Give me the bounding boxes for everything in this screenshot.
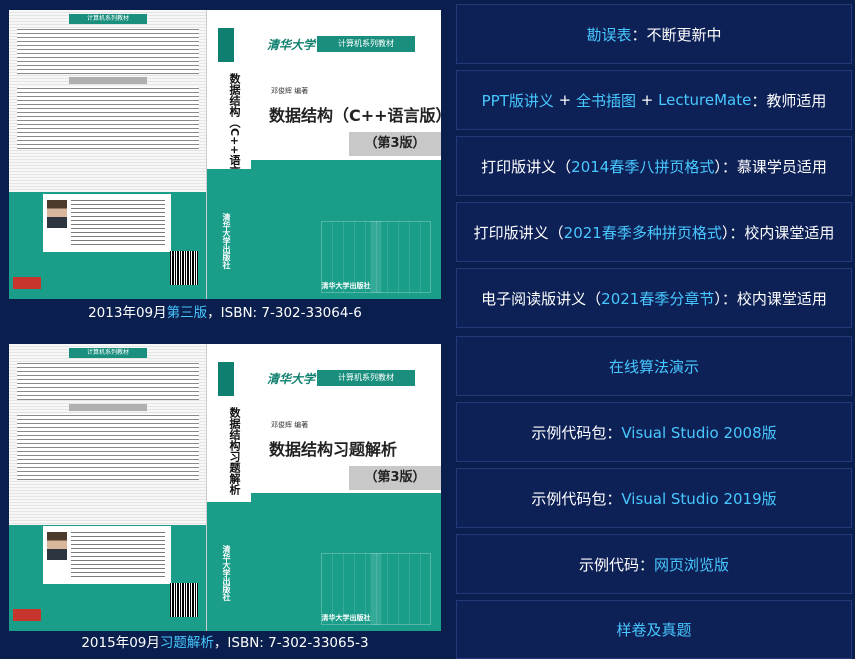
panel-ebook-2021: 电子阅读版讲义（ 2021春季分章节 ）：校内课堂适用 [456, 268, 852, 328]
front-series-badge: 计算机系列教材 [317, 370, 415, 386]
book-cover-image[interactable]: 计算机系列教材 数据结构（C++语言版） 清华大学出版社 清华大学 计算机系列教… [9, 10, 441, 299]
spine-logo [218, 28, 234, 62]
author-bio-text [71, 199, 165, 247]
panel-slides: PPT版讲义 + 全书插图 + LectureMate ：教师适用 [456, 70, 852, 130]
author-info-box [43, 526, 171, 584]
exercises-link[interactable]: 习题解析 [160, 635, 214, 651]
spine-teal-band: 清华大学出版社 [207, 501, 251, 631]
cover-author: 邓俊辉 编著 [271, 87, 309, 95]
front-teal-band: 清华大学出版社 [251, 493, 441, 631]
spine-publisher: 清华大学出版社 [222, 545, 231, 601]
back-section-bar [69, 77, 147, 84]
panel-text: 电子阅读版讲义（ [481, 289, 602, 308]
panel-text: ）：慕课学员适用 [714, 157, 827, 176]
spine-title: 数据结构习题解析 [228, 407, 241, 495]
panel-text: 示例代码： [578, 555, 654, 574]
back-text-block [17, 362, 199, 400]
front-cover: 清华大学 计算机系列教材 邓俊辉 编著 数据结构习题解析 （第3版） 清华大学出… [251, 344, 441, 631]
front-cover: 清华大学 计算机系列教材 邓俊辉 编著 数据结构（C++语言版） （第3版） 清… [251, 10, 441, 299]
web-code-link[interactable]: 网页浏览版 [654, 554, 729, 575]
panel-text: 打印版讲义（ [473, 223, 564, 242]
caption-isbn: ，ISBN: 7-302-33065-3 [213, 635, 369, 651]
back-cover: 计算机系列教材 [9, 10, 206, 299]
panel-separator: + [635, 91, 659, 109]
back-series-badge: 计算机系列教材 [69, 348, 147, 358]
panel-separator: + [553, 91, 576, 109]
edition-link[interactable]: 第三版 [167, 305, 208, 321]
cover-edition: （第3版） [349, 132, 441, 156]
back-series-badge: 计算机系列教材 [69, 14, 147, 24]
ebook-2021-link[interactable]: 2021春季分章节 [601, 288, 714, 309]
front-publisher: 清华大学出版社 [321, 282, 371, 290]
panel-text: ：不断更新中 [631, 25, 722, 44]
algorithm-demo-link[interactable]: 在线算法演示 [609, 356, 699, 377]
book-caption: 2015年09月习题解析，ISBN: 7-302-33065-3 [0, 631, 450, 651]
panel-text: ）：校内课堂适用 [714, 289, 827, 308]
print-2014-link[interactable]: 2014春季八拼页格式 [571, 156, 714, 177]
panel-text: 示例代码包： [531, 489, 622, 508]
spine-logo [218, 362, 234, 396]
book-cover-image[interactable]: 计算机系列教材 数据结构习题解析 清华大学出版社 清华大学 计算机系列教材 邓俊… [9, 344, 441, 631]
panel-code-web: 示例代码： 网页浏览版 [456, 534, 852, 594]
panel-code-vs2019: 示例代码包： Visual Studio 2019版 [456, 468, 852, 528]
author-info-box [43, 194, 171, 252]
cover-title: 数据结构习题解析 [269, 440, 398, 459]
panel-text: 示例代码包： [531, 423, 622, 442]
panel-print-2021: 打印版讲义（ 2021春季多种拼页格式 ）：校内课堂适用 [456, 202, 852, 262]
front-teal-band: 清华大学出版社 [251, 160, 441, 299]
caption-date: 2015年09月 [81, 635, 160, 651]
lecturemate-link[interactable]: LectureMate [658, 91, 751, 109]
print-2021-link[interactable]: 2021春季多种拼页格式 [564, 222, 722, 243]
exams-link[interactable]: 样卷及真题 [616, 619, 691, 640]
panel-algorithm-demo: 在线算法演示 [456, 336, 852, 396]
panel-errata: 勘误表 ：不断更新中 [456, 4, 852, 64]
barcode [170, 583, 198, 617]
university-logo: 清华大学 [267, 38, 316, 52]
spine-publisher: 清华大学出版社 [222, 213, 231, 269]
barcode [170, 251, 198, 285]
panel-text: 打印版讲义（ [481, 157, 572, 176]
back-text-block [17, 414, 199, 480]
caption-isbn: ，ISBN: 7-302-33064-6 [207, 305, 362, 321]
spine: 数据结构习题解析 清华大学出版社 [206, 344, 252, 631]
errata-link[interactable]: 勘误表 [586, 24, 631, 45]
book-card-2: 计算机系列教材 数据结构习题解析 清华大学出版社 清华大学 计算机系列教材 邓俊… [0, 334, 450, 657]
publisher-logo [13, 609, 41, 621]
book-card-1: 计算机系列教材 数据结构（C++语言版） 清华大学出版社 清华大学 计算机系列教… [0, 0, 450, 326]
panel-exams: 样卷及真题 [456, 600, 852, 659]
panel-code-vs2008: 示例代码包： Visual Studio 2008版 [456, 402, 852, 462]
author-portrait [47, 532, 67, 560]
caption-date: 2013年09月 [88, 305, 167, 321]
spine: 数据结构（C++语言版） 清华大学出版社 [206, 10, 252, 299]
ppt-slides-link[interactable]: PPT版讲义 [482, 90, 554, 111]
author-portrait [47, 200, 67, 228]
back-text-block [17, 87, 199, 149]
panel-text: ）：校内课堂适用 [721, 223, 835, 242]
spine-teal-band: 清华大学出版社 [207, 168, 251, 299]
cover-author: 邓俊辉 编著 [271, 421, 309, 429]
cover-title: 数据结构（C++语言版） [269, 106, 441, 125]
panel-print-2014: 打印版讲义（ 2014春季八拼页格式 ）：慕课学员适用 [456, 136, 852, 196]
back-cover: 计算机系列教材 [9, 344, 206, 631]
vs2019-link[interactable]: Visual Studio 2019版 [621, 488, 776, 509]
author-bio-text [71, 531, 165, 579]
panel-text: ：教师适用 [751, 91, 827, 110]
cover-edition: （第3版） [349, 466, 441, 490]
vs2008-link[interactable]: Visual Studio 2008版 [621, 422, 776, 443]
publisher-logo [13, 277, 41, 289]
figures-link[interactable]: 全书插图 [576, 90, 636, 111]
front-publisher: 清华大学出版社 [321, 614, 371, 622]
front-series-badge: 计算机系列教材 [317, 36, 415, 52]
back-section-bar [69, 404, 147, 411]
university-logo: 清华大学 [267, 372, 316, 386]
book-caption: 2013年09月第三版，ISBN: 7-302-33064-6 [0, 301, 450, 321]
back-text-block [17, 28, 199, 74]
